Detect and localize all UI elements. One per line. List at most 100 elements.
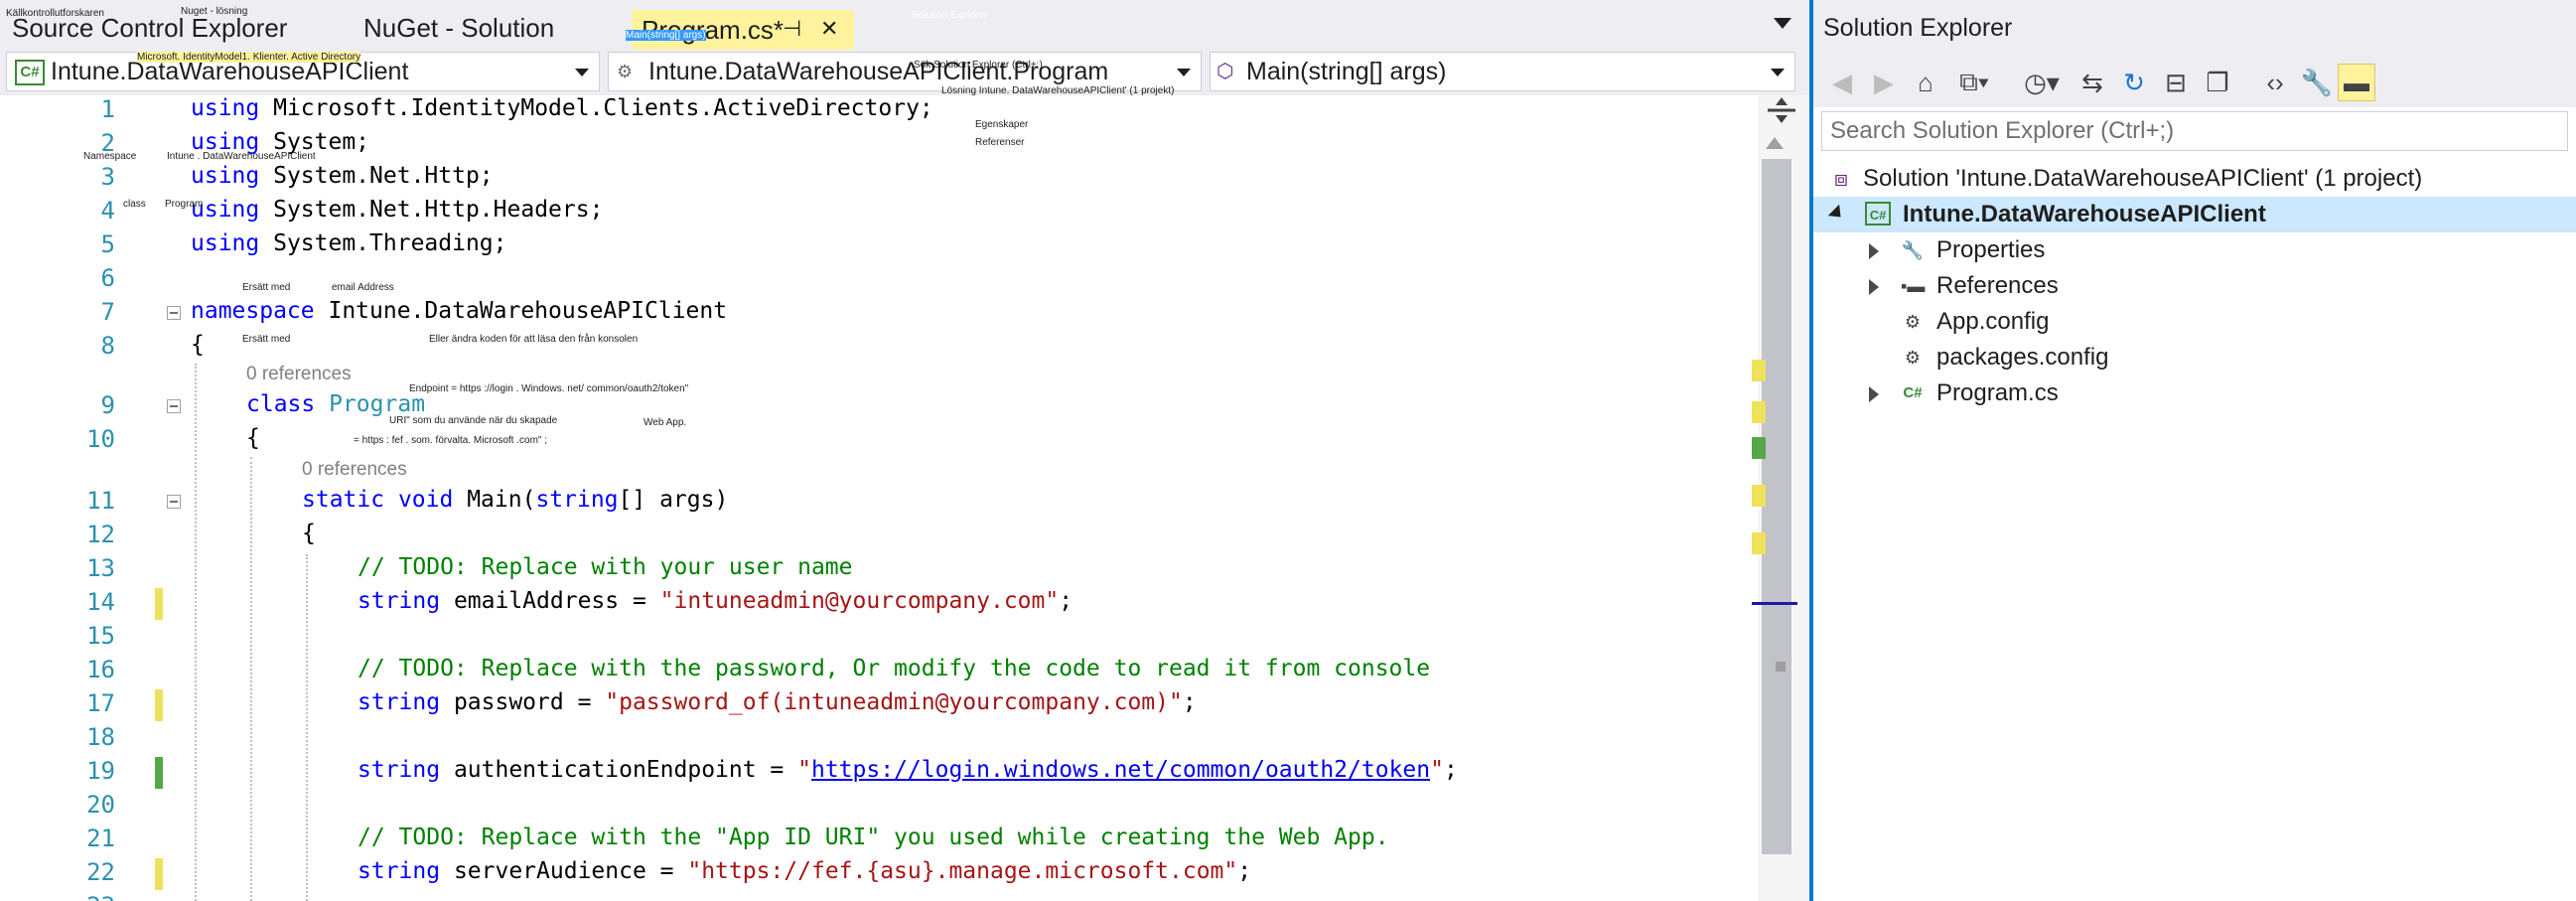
tree-item-solution[interactable]: ⧈ Solution 'Intune.DataWarehouseAPIClien… — [1813, 161, 2576, 197]
expanded-arrow-icon[interactable] — [1827, 204, 1847, 224]
refresh-icon[interactable]: ↻ — [2115, 64, 2153, 101]
code-line-5: using System.Threading; — [191, 230, 507, 256]
forward-icon[interactable]: ▶ — [1865, 64, 1903, 101]
chevron-down-icon — [1771, 69, 1785, 76]
scroll-up-icon[interactable] — [1766, 137, 1784, 149]
pending-changes-filter-icon[interactable]: ◷▾ — [2016, 64, 2068, 101]
codelens-references[interactable]: 0 references — [246, 364, 352, 385]
code-line-4: using System.Net.Http.Headers; — [191, 197, 604, 223]
pin-icon[interactable]: ⊣ — [783, 16, 801, 42]
scrollbar-change-mark — [1752, 437, 1766, 459]
switch-views-icon[interactable]: ⧉▾ — [1948, 64, 2000, 101]
tab-label: NuGet - Solution — [363, 13, 555, 43]
scrollbar-thumb[interactable] — [1762, 159, 1791, 854]
overlay-label: Ersätt med — [242, 334, 291, 345]
line-number: 9 — [100, 391, 115, 419]
indent-guide — [250, 457, 252, 901]
search-input[interactable] — [1822, 112, 2567, 150]
line-number: 6 — [100, 264, 115, 292]
code-line-19: string authenticationEndpoint = "https:/… — [358, 757, 1458, 783]
line-number: 16 — [86, 656, 115, 683]
unsaved-change-marker — [155, 689, 163, 721]
collapse-all-icon[interactable]: ⊟ — [2157, 64, 2195, 101]
code-line-14: string emailAddress = "intuneadmin@yourc… — [358, 588, 1073, 614]
collapse-class-toggle[interactable] — [167, 399, 181, 413]
tree-item-app-config[interactable]: ⚙ App.config — [1813, 304, 2576, 340]
member-dropdown[interactable]: ⬡ Main(string[] args) — [1210, 52, 1795, 91]
code-line-22: string serverAudience = "https://fef.{as… — [358, 858, 1252, 884]
panel-title: Solution Explorer — [1823, 14, 2013, 42]
wrench-icon: 🔧 — [1901, 240, 1925, 260]
properties-wrench-icon[interactable]: 🔧 — [2298, 64, 2336, 101]
member-dropdown-value: Main(string[] args) — [1246, 58, 1447, 85]
line-number: 1 — [100, 95, 115, 123]
collapse-namespace-toggle[interactable] — [167, 306, 181, 320]
csharp-file-icon: C# — [1903, 384, 1923, 401]
tree-item-label: App.config — [1936, 308, 2050, 335]
tree-item-project[interactable]: C# Intune.DataWarehouseAPIClient — [1813, 197, 2576, 232]
sync-with-document-icon[interactable]: ⇆ — [2074, 64, 2111, 101]
overlay-label: Ersätt med — [242, 282, 291, 293]
indent-guide — [306, 554, 308, 901]
code-line-11: static void Main(string[] args) — [302, 487, 729, 513]
code-line-13: // TODO: Replace with your user name — [358, 554, 853, 580]
endpoint-link[interactable]: https://login.windows.net/common/oauth2/… — [811, 757, 1430, 783]
code-editor[interactable]: 1 2 3 4 5 6 7 8 9 10 11 12 13 14 15 16 1… — [0, 95, 1809, 901]
back-icon[interactable]: ◀ — [1823, 64, 1861, 101]
split-window-icon[interactable] — [1762, 95, 1801, 125]
tree-item-packages-config[interactable]: ⚙ packages.config — [1813, 340, 2576, 375]
code-line-17: string password = "password_of(intuneadm… — [358, 689, 1197, 715]
unsaved-change-marker — [155, 588, 163, 620]
overlay-label: email Address — [332, 282, 394, 293]
scrollbar-marker — [1776, 662, 1786, 672]
csharp-project-icon: C# — [1865, 202, 1891, 225]
line-number: 21 — [86, 825, 115, 852]
show-all-files-icon[interactable]: ❐ — [2199, 64, 2236, 101]
overlay-label: = https : fef . som. förvalta. Microsoft… — [354, 435, 547, 446]
chevron-down-icon — [575, 69, 589, 76]
view-code-icon[interactable]: ‹› — [2256, 64, 2294, 101]
tab-overflow-dropdown-icon[interactable] — [1774, 18, 1791, 29]
overlay-label: Intune . DataWarehouseAPIClient — [167, 151, 316, 162]
overlay-label: Solution Explorer — [912, 10, 988, 21]
close-icon[interactable]: ✕ — [820, 16, 838, 42]
collapsed-arrow-icon[interactable] — [1869, 279, 1879, 295]
home-icon[interactable]: ⌂ — [1907, 64, 1944, 101]
solution-explorer-search[interactable] — [1821, 111, 2568, 151]
tree-item-properties[interactable]: 🔧 Properties — [1813, 232, 2576, 268]
code-line-9: class Program — [246, 391, 426, 417]
document-tab-bar: Source Control Explorer NuGet - Solution… — [0, 0, 1809, 50]
solution-icon: ⧈ — [1834, 166, 1848, 191]
overlay-label: Endpoint = https ://login . Windows. net… — [409, 383, 689, 394]
tree-item-label: Program.cs — [1936, 379, 2059, 406]
tree-item-label: packages.config — [1936, 344, 2109, 371]
config-file-icon: ⚙ — [1904, 348, 1922, 368]
tree-item-program-cs[interactable]: C# Program.cs — [1813, 375, 2576, 411]
collapsed-arrow-icon[interactable] — [1869, 386, 1879, 402]
code-line-10: { — [246, 425, 260, 451]
overlay-label: URI" som du använde när du skapade — [389, 415, 558, 426]
overlay-label: Egenskaper — [975, 119, 1029, 130]
saved-change-marker — [155, 757, 163, 789]
line-number: 11 — [86, 487, 115, 515]
line-number: 19 — [86, 757, 115, 785]
collapsed-arrow-icon[interactable] — [1869, 243, 1879, 259]
line-number: 17 — [86, 689, 115, 717]
tree-item-references[interactable]: ▪▬ References — [1813, 268, 2576, 304]
line-number: 15 — [86, 622, 115, 650]
tab-nuget-solution[interactable]: NuGet - Solution — [363, 0, 554, 50]
overlay-label: Lösning Intune. DataWarehouseAPIClient' … — [941, 85, 1175, 96]
codelens-references[interactable]: 0 references — [302, 459, 407, 481]
collapse-method-toggle[interactable] — [167, 495, 181, 509]
overlay-label: Referenser — [975, 137, 1025, 148]
line-number: 8 — [100, 332, 115, 360]
code-line-7: namespace Intune.DataWarehouseAPIClient — [191, 298, 728, 324]
scrollbar-change-mark — [1752, 532, 1766, 554]
overlay-label: Sök Solution Explorer (Ctrl+;) — [914, 60, 1043, 71]
scrollbar-change-mark — [1752, 401, 1766, 423]
preview-selected-items-icon[interactable]: ▬ — [2338, 64, 2375, 101]
overlay-label: Nuget - lösning — [181, 6, 248, 17]
overlay-label: Program — [165, 199, 204, 210]
solution-explorer-title-bar: Solution Explorer — [1813, 0, 2576, 58]
line-number: 10 — [86, 425, 115, 453]
